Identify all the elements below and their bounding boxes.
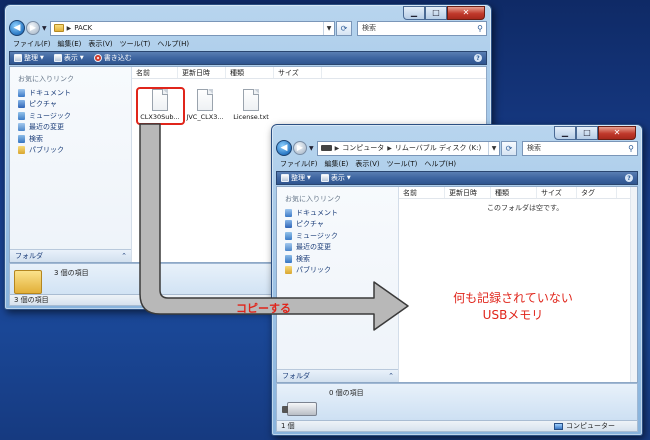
usb-note: 何も記録されていない USBメモリ [428, 290, 598, 324]
usb-note-line2: USBメモリ [482, 308, 544, 322]
usb-note-line1: 何も記録されていない [453, 291, 573, 305]
copy-arrow [139, 123, 409, 331]
copy-label: コピーする [236, 302, 291, 315]
